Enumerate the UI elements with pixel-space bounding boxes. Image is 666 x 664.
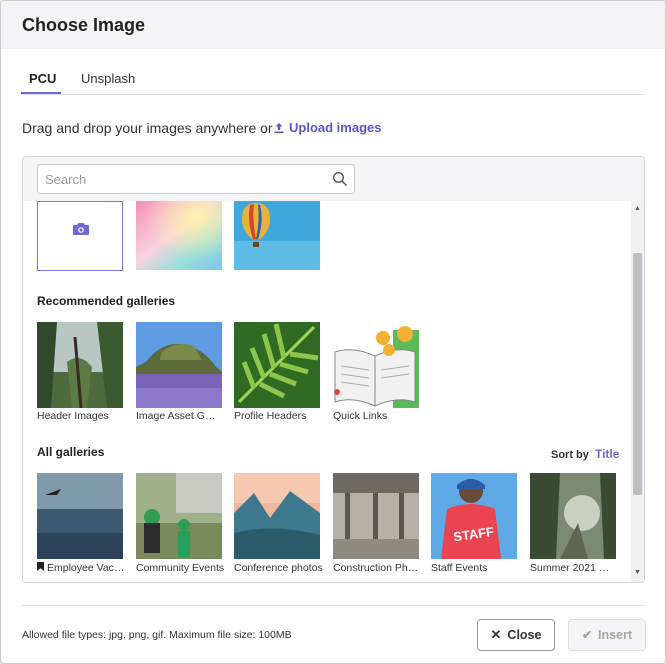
- footer-divider: [21, 605, 645, 606]
- close-button[interactable]: ✕ Close: [477, 619, 555, 651]
- active-tab-indicator: [21, 92, 61, 94]
- gradient-image[interactable]: [136, 201, 222, 270]
- gallery-label: Profile Headers: [234, 410, 307, 422]
- insert-button-label: Insert: [598, 628, 633, 642]
- upload-images-label: Upload images: [289, 120, 382, 135]
- choose-image-dialog: Choose Image PCU Unsplash Drag and drop …: [0, 0, 666, 664]
- scrollbar-thumb[interactable]: [633, 253, 642, 495]
- camera-icon: [73, 223, 89, 235]
- search-box: [37, 164, 355, 194]
- close-icon: ✕: [490, 627, 502, 642]
- conference-photos-thumb[interactable]: [234, 473, 320, 559]
- summer-2021-bash-thumb[interactable]: [530, 473, 616, 559]
- search-icon[interactable]: [332, 171, 348, 187]
- gallery-label: Employee Vacations: [37, 562, 127, 574]
- tab-bar: PCU Unsplash: [21, 63, 645, 95]
- profile-headers-thumb[interactable]: [234, 322, 320, 408]
- gallery-label: Quick Links: [333, 410, 388, 422]
- scroll-up-arrow-icon[interactable]: ▲: [634, 205, 641, 212]
- tab-unsplash[interactable]: Unsplash: [81, 71, 135, 86]
- hot-air-balloon-image[interactable]: [234, 201, 320, 270]
- allowed-file-types-text: Allowed file types: jpg, png, gif. Maxim…: [22, 629, 292, 641]
- sort-value[interactable]: Title: [595, 447, 619, 461]
- dialog-header: Choose Image: [1, 1, 665, 49]
- header-images-thumb[interactable]: [37, 322, 123, 408]
- search-bar-area: [23, 157, 644, 201]
- gallery-label: Construction Photos: [333, 562, 423, 574]
- gallery-label: Conference photos: [234, 562, 323, 574]
- dialog-title: Choose Image: [22, 15, 146, 35]
- gallery-label: Image Asset Gallery: [136, 410, 220, 422]
- insert-button[interactable]: ✔ Insert: [568, 619, 646, 651]
- gallery-label: Header Images: [37, 410, 109, 422]
- gallery-label: Community Events: [136, 562, 225, 574]
- gallery-label-text: Employee Vacations: [47, 562, 127, 574]
- close-button-label: Close: [507, 628, 542, 642]
- quick-links-thumb[interactable]: [333, 322, 419, 408]
- gallery-label: Summer 2021 Bash: [530, 562, 614, 574]
- employee-vacations-thumb[interactable]: [37, 473, 123, 559]
- sort-label: Sort by: [551, 449, 589, 461]
- tab-pcu[interactable]: PCU: [29, 71, 56, 86]
- staff-events-thumb[interactable]: STAFF: [431, 473, 517, 559]
- all-galleries-title: All galleries: [37, 445, 105, 459]
- sort-control[interactable]: Sort by Title: [551, 447, 619, 461]
- bookmark-icon: [37, 562, 44, 571]
- community-events-thumb[interactable]: [136, 473, 222, 559]
- scroll-down-arrow-icon[interactable]: ▼: [634, 569, 641, 576]
- recommended-galleries-title: Recommended galleries: [37, 294, 176, 308]
- search-input[interactable]: [38, 165, 318, 193]
- upload-images-link[interactable]: Upload images: [273, 120, 381, 135]
- construction-photos-thumb[interactable]: [333, 473, 419, 559]
- image-asset-gallery-thumb[interactable]: [136, 322, 222, 408]
- drag-drop-text: Drag and drop your images anywhere or: [22, 120, 273, 136]
- image-browser: Recommended galleries Header Images Im: [22, 156, 645, 583]
- upload-icon: [274, 122, 284, 133]
- check-icon: ✔: [581, 628, 592, 642]
- gallery-label: Staff Events: [431, 562, 488, 574]
- scrollbar[interactable]: ▲ ▼: [631, 201, 644, 582]
- upload-tile[interactable]: [37, 201, 123, 271]
